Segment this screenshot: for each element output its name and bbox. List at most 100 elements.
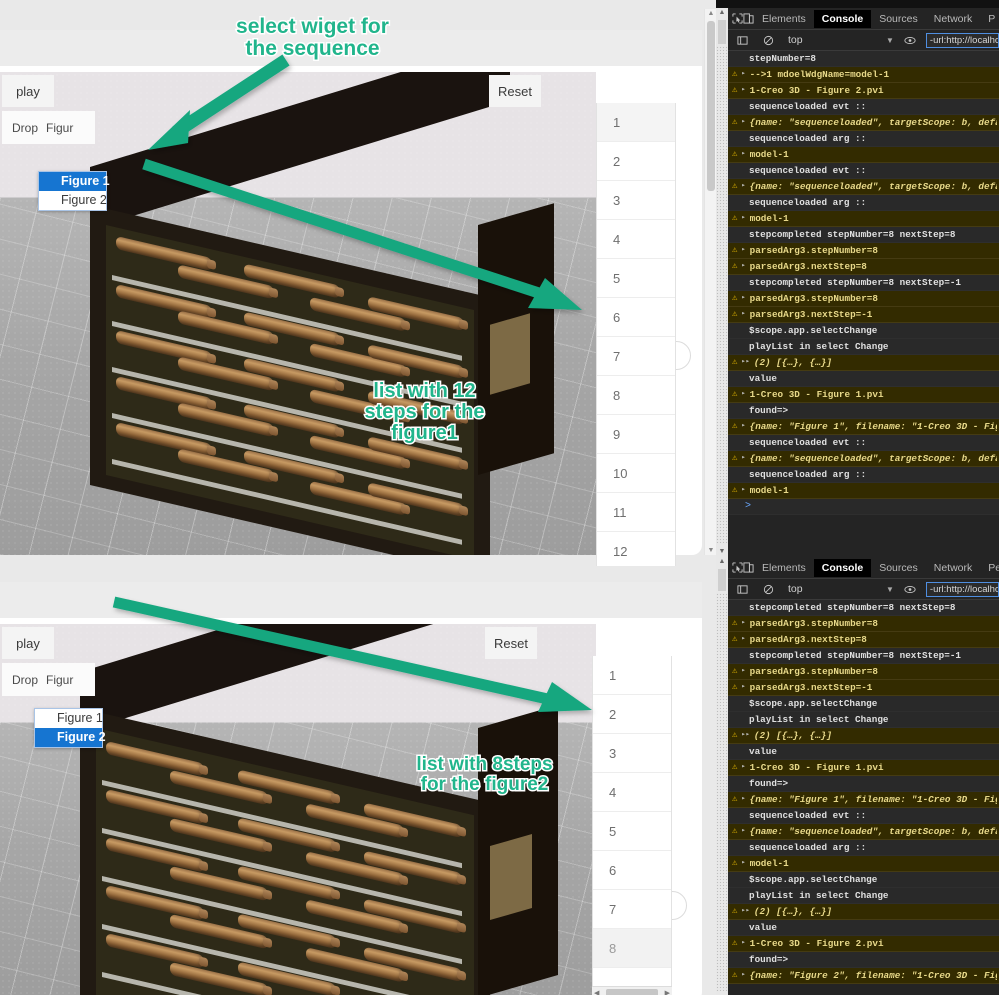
console-log-row[interactable]: playList in select Change [728,339,999,355]
console-log-row[interactable]: stepcompleted stepNumber=8 nextStep=-1 [728,275,999,291]
console-log-row[interactable]: ⚠ ▸ {name: "Figure 2", filename: "1-Creo 3… [728,968,999,984]
console-log-row[interactable]: sequenceloaded evt :: [728,99,999,115]
clear-console-icon[interactable] [758,31,778,49]
chevron-down-icon[interactable]: ▼ [886,36,894,45]
console-log-row[interactable]: ⚠ ▸ model-1 [728,483,999,499]
devtools-left-rail-top[interactable]: ▲ ▼ [716,8,728,557]
figure-listbox-top[interactable]: Figure 1 Figure 2 [38,171,110,211]
expand-triangle-icon[interactable]: ▸ [741,857,745,870]
expand-triangle-icon[interactable]: ▸ [741,308,745,321]
eye-icon[interactable] [900,31,920,49]
console-log-row[interactable]: ⚠ ▸ parsedArg3.nextStep=8 [728,632,999,648]
tab-network[interactable]: Network [926,10,981,28]
step-item[interactable]: 6 [597,298,675,337]
tab-console[interactable]: Console [813,558,872,577]
expand-triangle-icon[interactable]: ▸ [741,617,745,630]
console-log-row[interactable]: value [728,920,999,936]
step-item[interactable]: 3 [597,181,675,220]
console-log-row[interactable]: ⚠ ▸ parsedArg3.nextStep=8 [728,259,999,275]
rail-up-caret[interactable]: ▲ [716,557,728,567]
inspect-element-icon[interactable] [732,559,743,577]
console-log-row[interactable]: ⚠ ▸ 1-Creo 3D - Figure 2.pvi [728,83,999,99]
step-item[interactable]: 7 [593,890,671,929]
console-log-row[interactable]: ⚠ ▸▸ (2) [{…}, {…}] [728,355,999,371]
console-log-row[interactable]: $scope.app.selectChange [728,323,999,339]
console-log-row[interactable]: found=> [728,952,999,968]
console-log-row[interactable]: found=> [728,776,999,792]
console-log-row[interactable]: sequenceloaded arg :: [728,467,999,483]
step-item[interactable]: 4 [593,773,671,812]
console-context-selector[interactable]: top [784,583,880,595]
expand-triangle-icon[interactable]: ▸ [741,937,745,950]
hscroll-right-arrow[interactable]: ▶ [663,989,672,995]
console-log-row[interactable]: stepcompleted stepNumber=8 nextStep=8 [728,600,999,616]
tab-sources[interactable]: Sources [871,10,926,28]
console-log-row[interactable]: found=> [728,403,999,419]
console-log-row[interactable]: $scope.app.selectChange [728,696,999,712]
device-toolbar-icon[interactable] [743,559,754,577]
console-log-row[interactable]: ⚠ ▸ model-1 [728,147,999,163]
tab-elements[interactable]: Elements [754,10,814,28]
console-log-row[interactable]: ⚠ ▸ 1-Creo 3D - Figure 1.pvi [728,760,999,776]
step-item[interactable]: 5 [597,259,675,298]
hscroll-thumb[interactable] [606,988,658,995]
console-log-row[interactable]: sequenceloaded evt :: [728,435,999,451]
console-log-row[interactable]: ⚠ ▸ model-1 [728,856,999,872]
step-item[interactable]: 5 [593,812,671,851]
play-button-top[interactable]: play [2,75,54,107]
console-log-row[interactable]: stepcompleted stepNumber=8 nextStep=-1 [728,648,999,664]
console-log-row[interactable]: ⚠ ▸ model-1 [728,211,999,227]
devtools-left-rail-bottom[interactable]: ▲ [716,557,728,995]
tab-sources[interactable]: Sources [871,559,926,577]
expand-triangle-icon[interactable]: ▸ [741,761,745,774]
step-item[interactable]: 2 [593,695,671,734]
step-item[interactable]: 3 [593,734,671,773]
console-log-row[interactable]: $scope.app.selectChange [728,872,999,888]
console-sidebar-icon[interactable] [732,31,752,49]
figure-select-top[interactable]: Figur [46,121,73,135]
device-toolbar-icon[interactable] [743,10,754,28]
expand-triangle-icon[interactable]: ▸ [741,681,745,694]
console-log-row[interactable]: ⚠ ▸ 1-Creo 3D - Figure 1.pvi [728,387,999,403]
step-item[interactable]: 6 [593,851,671,890]
console-log-row[interactable]: ⚠ ▸ parsedArg3.stepNumber=8 [728,664,999,680]
step-item[interactable]: 12 [597,532,675,566]
console-context-selector[interactable]: top [784,34,880,46]
console-log-row[interactable]: ⚠ ▸ parsedArg3.stepNumber=8 [728,243,999,259]
expand-triangle-icon[interactable]: ▸ [741,825,745,838]
eye-icon[interactable] [900,580,920,598]
scrollbar-up-arrow[interactable]: ▲ [707,10,715,17]
rail-up-caret[interactable]: ▲ [716,8,728,18]
listbox-option-figure-1[interactable]: Figure 1 [35,709,103,728]
expand-triangle-icon[interactable]: ▸ [741,420,745,433]
console-log-row[interactable]: ⚠ ▸ parsedArg3.nextStep=-1 [728,680,999,696]
steps-list-top[interactable]: 1 2 3 4 5 6 7 8 9 10 11 12 [596,103,676,566]
listbox-option-figure-2[interactable]: Figure 2 [39,191,107,210]
console-log-row[interactable]: ⚠ ▸▸ (2) [{…}, {…}] [728,904,999,920]
expand-triangle-icon[interactable]: ▸ [741,665,745,678]
expand-triangle-icon[interactable]: ▸ [741,212,745,225]
expand-triangle-icon[interactable]: ▸ [741,84,745,97]
console-log-row[interactable]: stepNumber=8 [728,51,999,67]
expand-triangle-icon[interactable]: ▸ [741,68,745,81]
expand-triangle-icon[interactable]: ▸ [741,793,745,806]
console-log-row[interactable]: sequenceloaded arg :: [728,131,999,147]
console-log-row[interactable]: value [728,371,999,387]
step-item[interactable]: 11 [597,493,675,532]
console-log-row[interactable]: value [728,744,999,760]
expand-triangle-icon[interactable]: ▸▸ [741,356,749,369]
tab-elements[interactable]: Elements [754,559,814,577]
expand-triangle-icon[interactable]: ▸▸ [741,905,749,918]
console-log-row[interactable]: ⚠ ▸ -->1 mdoelWdgName=model-1 [728,67,999,83]
step-item[interactable]: 10 [597,454,675,493]
inspect-element-icon[interactable] [732,10,743,28]
console-log-row[interactable]: playList in select Change [728,888,999,904]
console-log-row[interactable]: ⚠ ▸ 1-Creo 3D - Figure 2.pvi [728,936,999,952]
tab-console[interactable]: Console [813,9,872,28]
tab-performance[interactable]: Perf [980,559,999,577]
console-log-row[interactable]: ⚠ ▸ {name: "sequenceloaded", targetScope: … [728,179,999,195]
console-log-row[interactable]: sequenceloaded arg :: [728,840,999,856]
console-log-row[interactable]: sequenceloaded evt :: [728,163,999,179]
play-button-bottom[interactable]: play [2,627,54,659]
page-scrollbar-top[interactable]: ▲ ▼ [704,9,716,555]
